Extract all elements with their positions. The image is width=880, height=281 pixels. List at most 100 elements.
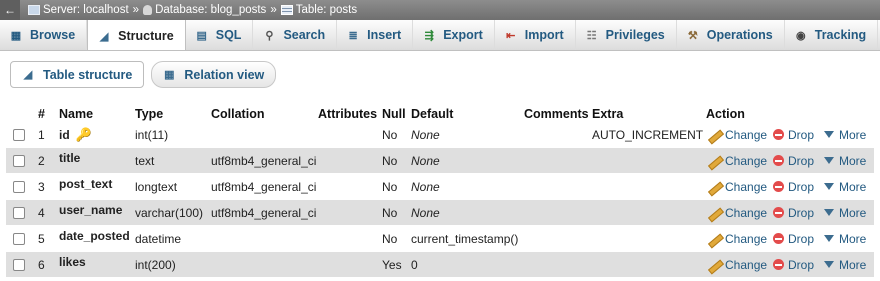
change-button[interactable]: Change xyxy=(707,258,767,272)
database-icon xyxy=(143,5,153,15)
field-type: int(200) xyxy=(135,257,176,272)
relation-view-label: Relation view xyxy=(184,67,265,82)
tab-label: Privileges xyxy=(605,28,665,42)
drop-button[interactable]: Drop xyxy=(773,206,814,220)
more-button[interactable]: More xyxy=(824,154,866,168)
pencil-icon xyxy=(707,207,722,219)
change-label: Change xyxy=(725,179,768,194)
table-row: 3 post_text longtext utf8mb4_general_ci … xyxy=(6,174,874,199)
drop-button[interactable]: Drop xyxy=(773,128,814,142)
more-label: More xyxy=(839,127,867,142)
more-label: More xyxy=(839,153,867,168)
server-icon xyxy=(28,5,40,15)
field-collation: utf8mb4_general_ci xyxy=(211,153,317,168)
tab-search[interactable]: ⚲ Search xyxy=(253,20,338,50)
col-header-attributes: Attributes xyxy=(318,107,378,121)
export-icon: ⇶ xyxy=(424,29,434,42)
field-null: No xyxy=(382,231,398,246)
drop-icon xyxy=(773,233,784,244)
drop-button[interactable]: Drop xyxy=(773,180,814,194)
browse-icon: ▦ xyxy=(10,29,22,42)
change-button[interactable]: Change xyxy=(707,232,767,246)
sql-icon: ▤ xyxy=(196,29,207,42)
chevron-down-icon xyxy=(824,261,834,268)
tab-tracking[interactable]: ◉ Tracking xyxy=(785,20,879,50)
drop-button[interactable]: Drop xyxy=(773,154,814,168)
table-icon xyxy=(280,5,293,15)
tab-sql[interactable]: ▤ SQL xyxy=(186,20,254,50)
more-button[interactable]: More xyxy=(824,258,866,272)
breadcrumb-database[interactable]: Database: blog_posts xyxy=(155,4,266,16)
more-button[interactable]: More xyxy=(824,206,866,220)
chevron-down-icon xyxy=(824,183,834,190)
more-button[interactable]: More xyxy=(824,128,866,142)
chevron-down-icon xyxy=(824,131,834,138)
tab-browse[interactable]: ▦ Browse xyxy=(0,20,88,50)
drop-label: Drop xyxy=(788,205,815,220)
more-button[interactable]: More xyxy=(824,180,866,194)
row-checkbox[interactable] xyxy=(13,206,25,219)
field-default: 0 xyxy=(411,257,418,272)
breadcrumb-server[interactable]: Server: localhost xyxy=(43,4,129,16)
privileges-icon: ☷ xyxy=(586,29,597,42)
change-label: Change xyxy=(725,231,768,246)
tab-label: Search xyxy=(283,28,326,42)
chevron-down-icon xyxy=(824,209,834,216)
row-num: 4 xyxy=(38,205,45,220)
tab-import[interactable]: ⇤ Import xyxy=(495,20,576,50)
row-checkbox[interactable] xyxy=(13,180,25,193)
row-checkbox[interactable] xyxy=(13,154,25,167)
breadcrumb-table[interactable]: Table: posts xyxy=(296,4,357,16)
tab-label: Operations xyxy=(706,28,773,42)
change-button[interactable]: Change xyxy=(707,180,767,194)
field-null: No xyxy=(382,127,398,142)
table-structure-label: Table structure xyxy=(43,67,133,82)
drop-label: Drop xyxy=(788,257,815,272)
field-collation: utf8mb4_general_ci xyxy=(211,179,317,194)
tracking-icon: ◉ xyxy=(795,29,806,42)
field-default: None xyxy=(411,205,440,220)
breadcrumb: ← Server: localhost » Database: blog_pos… xyxy=(0,0,880,20)
field-name-text: id xyxy=(59,127,70,142)
tab-operations[interactable]: ⚒ Operations xyxy=(677,20,785,50)
import-icon: ⇤ xyxy=(506,29,516,42)
tab-insert[interactable]: ≣ Insert xyxy=(337,20,414,50)
breadcrumb-separator: » xyxy=(270,4,277,16)
change-button[interactable]: Change xyxy=(707,206,767,220)
field-name: user_name xyxy=(59,203,123,217)
table-row: 1 id 🔑 int(11) No None AUTO_INCREMENT Cha… xyxy=(6,122,874,147)
drop-button[interactable]: Drop xyxy=(773,232,814,246)
pencil-icon xyxy=(707,181,722,193)
structure-subtabs: ◢ Table structure ▦ Relation view xyxy=(10,61,277,88)
insert-icon: ≣ xyxy=(348,29,358,42)
col-header-name: Name xyxy=(59,107,94,121)
row-checkbox[interactable] xyxy=(13,232,25,245)
drop-icon xyxy=(773,207,784,218)
tab-label: Browse xyxy=(30,28,76,42)
col-header-null: Null xyxy=(382,107,406,121)
row-num: 1 xyxy=(38,127,45,142)
more-label: More xyxy=(839,179,867,194)
row-checkbox[interactable] xyxy=(13,128,25,141)
row-num: 3 xyxy=(38,179,45,194)
more-label: More xyxy=(839,231,867,246)
tab-export[interactable]: ⇶ Export xyxy=(413,20,495,50)
back-arrow-icon[interactable]: ← xyxy=(0,0,20,20)
col-header-type: Type xyxy=(135,107,164,121)
table-row: 6 likes int(200) Yes 0 Change Drop More xyxy=(6,252,874,277)
relation-view-button[interactable]: ▦ Relation view xyxy=(151,61,277,88)
drop-button[interactable]: Drop xyxy=(773,258,814,272)
change-button[interactable]: Change xyxy=(707,154,767,168)
table-structure-button[interactable]: ◢ Table structure xyxy=(10,61,145,88)
row-num: 5 xyxy=(38,231,45,246)
tab-label: SQL xyxy=(215,28,242,42)
relation-view-icon: ▦ xyxy=(164,69,175,81)
change-button[interactable]: Change xyxy=(707,128,767,142)
tab-label: Tracking xyxy=(814,28,867,42)
tab-structure[interactable]: ◢ Structure xyxy=(87,20,186,50)
drop-label: Drop xyxy=(788,179,815,194)
field-name: date_posted xyxy=(59,229,130,243)
more-button[interactable]: More xyxy=(824,232,866,246)
tab-privileges[interactable]: ☷ Privileges xyxy=(576,20,677,50)
row-checkbox[interactable] xyxy=(13,258,25,271)
